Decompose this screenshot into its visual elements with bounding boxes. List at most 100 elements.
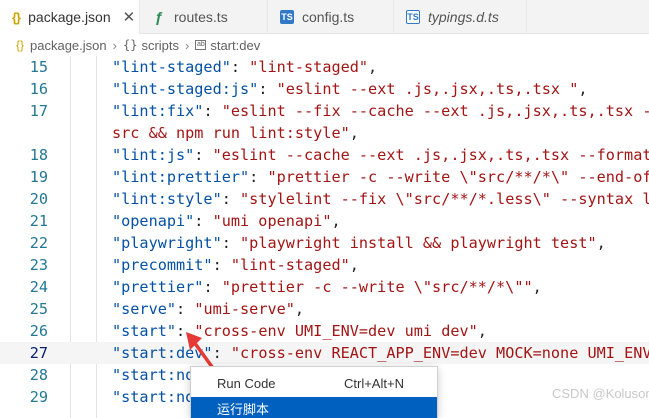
code-key: "precommit" xyxy=(112,256,213,274)
code-line: 23 "precommit": "lint-staged", xyxy=(0,254,649,276)
code-sep: : xyxy=(230,58,250,76)
code-key: "lint:prettier" xyxy=(112,168,250,186)
code-key: "prettier" xyxy=(112,278,204,296)
code-text: "lint:prettier": "prettier -c --write \"… xyxy=(112,166,649,188)
code-tail: , xyxy=(532,278,542,296)
json-icon: {} xyxy=(16,38,25,52)
code-tail: , xyxy=(477,322,487,340)
code-val: "stylelint --fix \"src/**/*.less\" --syn… xyxy=(240,190,649,208)
tab-package-json[interactable]: {} package.json ✕ xyxy=(0,0,140,34)
breadcrumb-item[interactable]: start:dev xyxy=(210,38,260,53)
code-line: src && npm run lint:style", xyxy=(0,122,649,144)
code-key: "serve" xyxy=(112,300,177,318)
code-val: "umi-serve" xyxy=(194,300,295,318)
code-line: 16 "lint-staged:js": "eslint --ext .js,.j… xyxy=(0,78,649,100)
code-val: "umi openapi" xyxy=(212,212,332,230)
code-text: "lint:js": "eslint --cache --ext .js,.js… xyxy=(112,144,649,166)
code-sep: : xyxy=(249,168,268,186)
string-property-icon: ab xyxy=(195,40,207,50)
tab-label: config.ts xyxy=(302,9,355,25)
code-text: "serve": "umi-serve", xyxy=(112,298,304,320)
code-text: "playwright": "playwright install && pla… xyxy=(112,232,606,254)
line-number: 15 xyxy=(29,58,48,76)
code-line: 27 "start:dev": "cross-env REACT_APP_ENV=… xyxy=(0,342,649,364)
code-line: 26 "start": "cross-env UMI_ENV=dev umi de… xyxy=(0,320,649,342)
code-key: "lint-staged" xyxy=(112,58,231,76)
code-tail: , xyxy=(294,300,305,318)
breadcrumb-file[interactable]: package.json xyxy=(30,38,107,53)
code-val: "eslint --cache --ext .js,.jsx,.ts,.tsx … xyxy=(212,146,649,164)
line-number: 22 xyxy=(29,234,48,252)
code-sep: : xyxy=(176,300,195,318)
tab-config-ts[interactable]: TS config.ts xyxy=(268,0,394,34)
code-line: 15 "lint-staged": "lint-staged", xyxy=(0,56,649,78)
object-icon: {} xyxy=(122,38,138,52)
tab-routes-ts[interactable]: ƒ routes.ts xyxy=(140,0,268,34)
chevron-right-icon: › xyxy=(112,37,117,53)
code-tail: , xyxy=(349,124,359,142)
code-tail: , xyxy=(368,58,378,76)
line-number: 21 xyxy=(29,212,48,230)
menu-item-label: 运行脚本 xyxy=(217,401,270,417)
code-line: 19 "lint:prettier": "prettier -c --write … xyxy=(0,166,649,188)
code-key: "openapi" xyxy=(112,212,195,230)
menu-item-run-script[interactable]: 运行脚本 xyxy=(191,397,437,418)
code-tail: , xyxy=(349,256,359,274)
code-tail: , xyxy=(596,234,606,252)
code-line: 24 "prettier": "prettier -c --write \"src… xyxy=(0,276,649,298)
line-number: 24 xyxy=(29,278,48,296)
code-val: src && npm run lint:style" xyxy=(112,124,350,142)
line-number: 25 xyxy=(29,300,48,318)
chevron-right-icon: › xyxy=(185,37,190,53)
code-val: "prettier -c --write \"src/**/*\" --end-… xyxy=(267,168,649,186)
code-sep: : xyxy=(203,278,222,296)
code-sep: : xyxy=(221,190,241,208)
tab-typings-d-ts[interactable]: TS typings.d.ts xyxy=(394,0,527,34)
watermark: CSDN @Kolusone xyxy=(552,386,649,401)
line-number: 20 xyxy=(29,190,48,208)
menu-item-shortcut: Ctrl+Alt+N xyxy=(344,375,404,391)
ts-file-icon: TS xyxy=(280,10,294,24)
code-sep: : xyxy=(194,212,213,230)
code-text: "lint:style": "stylelint --fix \"src/**/… xyxy=(112,188,649,210)
menu-item-run-code[interactable]: Run Code Ctrl+Alt+N xyxy=(191,371,437,395)
code-line: 20 "lint:style": "stylelint --fix \"src/*… xyxy=(0,188,649,210)
code-text: "precommit": "lint-staged", xyxy=(112,254,359,276)
code-text: "lint-staged": "lint-staged", xyxy=(112,56,377,78)
line-number: 27 xyxy=(29,344,48,362)
code-editor[interactable]: 15 "lint-staged": "lint-staged", 16 "lint-s… xyxy=(0,56,649,418)
code-val: "eslint --fix --cache --ext .js,.jsx,.ts… xyxy=(221,102,649,120)
code-val: "eslint --ext .js,.jsx,.ts,.tsx " xyxy=(276,80,579,98)
code-line: 22 "playwright": "playwright install && p… xyxy=(0,232,649,254)
code-sep: : xyxy=(221,234,241,252)
line-number: 19 xyxy=(29,168,48,186)
editor-tab-bar: {} package.json ✕ ƒ routes.ts TS config.… xyxy=(0,0,649,34)
code-sep: : xyxy=(258,80,277,98)
code-line: 21 "openapi": "umi openapi", xyxy=(0,210,649,232)
code-tail: , xyxy=(578,80,588,98)
tab-label: package.json xyxy=(28,9,111,25)
code-key: "playwright" xyxy=(112,234,222,252)
code-val: "cross-env REACT_APP_ENV=dev MOCK=none U… xyxy=(230,344,649,362)
close-icon[interactable]: ✕ xyxy=(123,8,136,26)
line-number: 18 xyxy=(29,146,48,164)
line-number: 28 xyxy=(29,366,48,384)
breadcrumb: {} package.json › {} scripts › ab start:… xyxy=(0,34,649,56)
line-number: 23 xyxy=(29,256,48,274)
code-val: "lint-staged" xyxy=(249,58,369,76)
line-number: 26 xyxy=(29,322,48,340)
code-sep: : xyxy=(212,256,231,274)
code-text: "lint:fix": "eslint --fix --cache --ext … xyxy=(112,100,649,122)
breadcrumb-section[interactable]: scripts xyxy=(141,38,179,53)
tab-label: routes.ts xyxy=(174,9,228,25)
code-key: "lint-staged:js" xyxy=(112,80,259,98)
code-key: "lint:style" xyxy=(112,190,222,208)
code-key: "lint:js" xyxy=(112,146,195,164)
code-val: "playwright install && playwright test" xyxy=(240,234,597,252)
line-number: 29 xyxy=(29,388,48,406)
code-text: "prettier": "prettier -c --write \"src/*… xyxy=(112,276,542,298)
code-text: "openapi": "umi openapi", xyxy=(112,210,341,232)
code-tail: , xyxy=(331,212,341,230)
code-text: src && npm run lint:style", xyxy=(112,122,359,144)
code-text: "start": "cross-env UMI_ENV=dev umi dev"… xyxy=(112,320,487,342)
